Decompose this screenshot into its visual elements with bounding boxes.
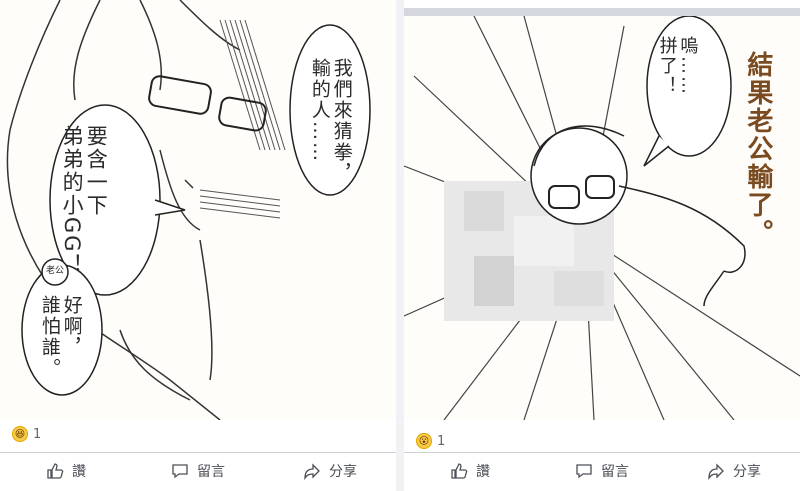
reaction-summary[interactable]: 😮 1 bbox=[416, 432, 445, 450]
like-label: 讚 bbox=[72, 464, 86, 480]
post-actions: 讚 留言 分享 bbox=[0, 452, 396, 489]
speech-bubble-text: 好啊， 誰怕誰。 bbox=[38, 295, 83, 379]
share-label: 分享 bbox=[329, 464, 357, 480]
comment-label: 留言 bbox=[601, 464, 629, 480]
post-actions: 讚 留言 分享 bbox=[404, 452, 800, 489]
share-button[interactable]: 分享 bbox=[668, 453, 800, 489]
comic-image-left: 我們來猜拳， 輸的人…… 要含一下 弟弟的小GG！ 老公 好啊， 誰怕誰。 bbox=[0, 0, 396, 420]
reaction-count: 1 bbox=[33, 426, 42, 442]
comic-image-right: 嗚…… 拼了！ 結果老公輸了。 bbox=[404, 16, 800, 420]
divider bbox=[396, 0, 404, 491]
share-label: 分享 bbox=[733, 464, 761, 480]
laugh-emoji-icon: 😆 bbox=[12, 426, 28, 442]
comment-label: 留言 bbox=[197, 464, 225, 480]
post-right: 嗚…… 拼了！ 結果老公輸了。 😮 1 讚 留言 分享 bbox=[404, 0, 800, 491]
caption-text: 結果老公輸了。 bbox=[742, 51, 773, 247]
thumbs-up-icon bbox=[451, 463, 468, 479]
speech-bubble-text: 嗚…… 拼了！ bbox=[656, 36, 699, 96]
top-bar bbox=[404, 8, 800, 16]
share-button[interactable]: 分享 bbox=[264, 453, 396, 489]
speech-bubble-text: 要含一下 弟弟的小GG！ bbox=[60, 125, 109, 277]
comic-drawing-right bbox=[404, 16, 800, 420]
comment-icon bbox=[576, 464, 592, 479]
comment-button[interactable]: 留言 bbox=[132, 453, 264, 489]
like-button[interactable]: 讚 bbox=[0, 453, 132, 489]
post-left: 我們來猜拳， 輸的人…… 要含一下 弟弟的小GG！ 老公 好啊， 誰怕誰。 😆 … bbox=[0, 0, 396, 491]
speech-bubble-text: 我們來猜拳， 輸的人…… bbox=[308, 58, 353, 184]
comment-icon bbox=[172, 464, 188, 479]
like-button[interactable]: 讚 bbox=[404, 453, 536, 489]
reaction-count: 1 bbox=[437, 433, 446, 449]
share-icon bbox=[304, 463, 320, 480]
speaker-badge: 老公 bbox=[45, 266, 64, 276]
like-label: 讚 bbox=[476, 464, 490, 480]
share-icon bbox=[708, 463, 724, 480]
reaction-summary[interactable]: 😆 1 bbox=[12, 425, 41, 443]
thumbs-up-icon bbox=[47, 463, 64, 479]
wow-emoji-icon: 😮 bbox=[416, 433, 432, 449]
comment-button[interactable]: 留言 bbox=[536, 453, 668, 489]
